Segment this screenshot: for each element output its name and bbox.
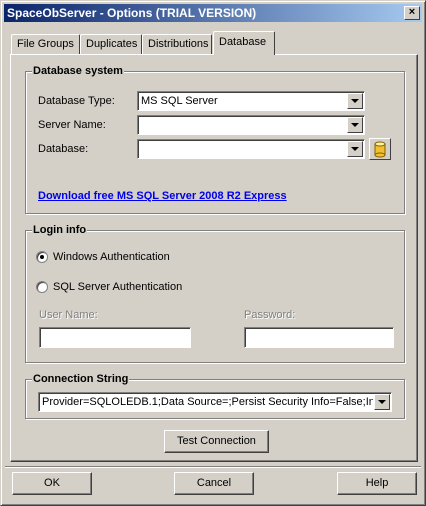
- button-label: OK: [44, 477, 60, 489]
- password-label: Password:: [244, 309, 296, 321]
- server-name-select[interactable]: [137, 115, 365, 135]
- database-type-label: Database Type:: [38, 95, 115, 107]
- chevron-down-icon[interactable]: [347, 117, 363, 133]
- login-info-group: Login info Windows Authentication SQL Se…: [25, 223, 405, 363]
- database-label: Database:: [38, 143, 89, 155]
- ok-button[interactable]: OK: [12, 472, 92, 495]
- title-bar[interactable]: SpaceObServer - Options (TRIAL VERSION) …: [4, 4, 422, 22]
- database-tab-panel: Database system Database Type: MS SQL Se…: [10, 54, 418, 462]
- divider: [5, 466, 421, 468]
- chevron-down-icon[interactable]: [374, 394, 390, 410]
- sql-auth-label[interactable]: SQL Server Authentication: [53, 280, 182, 294]
- database-select[interactable]: [137, 139, 365, 159]
- sql-auth-radio[interactable]: [36, 281, 48, 293]
- connection-string-select[interactable]: Provider=SQLOLEDB.1;Data Source=;Persist…: [38, 392, 392, 412]
- close-icon: ×: [408, 6, 416, 18]
- tab-label: File Groups: [17, 38, 74, 50]
- connection-string-group: Connection String Provider=SQLOLEDB.1;Da…: [25, 372, 405, 419]
- download-sql-server-link[interactable]: Download free MS SQL Server 2008 R2 Expr…: [38, 189, 287, 203]
- password-field[interactable]: [244, 327, 394, 348]
- tab-label: Duplicates: [86, 38, 138, 50]
- chevron-down-icon[interactable]: [347, 141, 363, 157]
- test-connection-button[interactable]: Test Connection: [164, 430, 269, 453]
- help-button[interactable]: Help: [337, 472, 417, 495]
- close-window-button[interactable]: ×: [404, 6, 420, 20]
- group-title: Login info: [32, 223, 88, 237]
- browse-database-button[interactable]: [369, 138, 391, 160]
- windows-auth-radio[interactable]: [36, 251, 48, 263]
- tab-label: Database: [219, 36, 267, 48]
- tab-database[interactable]: Database: [213, 31, 275, 55]
- select-value: Provider=SQLOLEDB.1;Data Source=;Persist…: [42, 396, 373, 408]
- tab-distributions[interactable]: Distributions: [142, 34, 212, 54]
- tab-file-groups[interactable]: File Groups: [11, 34, 80, 54]
- database-type-select[interactable]: MS SQL Server: [137, 91, 365, 111]
- tab-label: Distributions: [148, 38, 209, 50]
- group-title: Database system: [32, 64, 124, 78]
- group-title: Connection String: [32, 372, 130, 386]
- button-label: Test Connection: [177, 435, 256, 447]
- username-field[interactable]: [39, 327, 191, 348]
- select-value: MS SQL Server: [141, 95, 218, 107]
- button-label: Cancel: [196, 477, 232, 489]
- cancel-button[interactable]: Cancel: [174, 472, 254, 495]
- chevron-down-icon[interactable]: [347, 93, 363, 109]
- button-label: Help: [365, 477, 389, 489]
- window-title: SpaceObServer - Options (TRIAL VERSION): [7, 6, 257, 20]
- options-dialog: SpaceObServer - Options (TRIAL VERSION) …: [0, 0, 426, 506]
- windows-auth-label[interactable]: Windows Authentication: [53, 250, 170, 264]
- server-name-label: Server Name:: [38, 119, 106, 131]
- database-cylinder-icon: [374, 141, 386, 158]
- tab-duplicates[interactable]: Duplicates: [80, 34, 142, 54]
- database-system-group: Database system Database Type: MS SQL Se…: [25, 64, 405, 214]
- username-label: User Name:: [39, 309, 98, 321]
